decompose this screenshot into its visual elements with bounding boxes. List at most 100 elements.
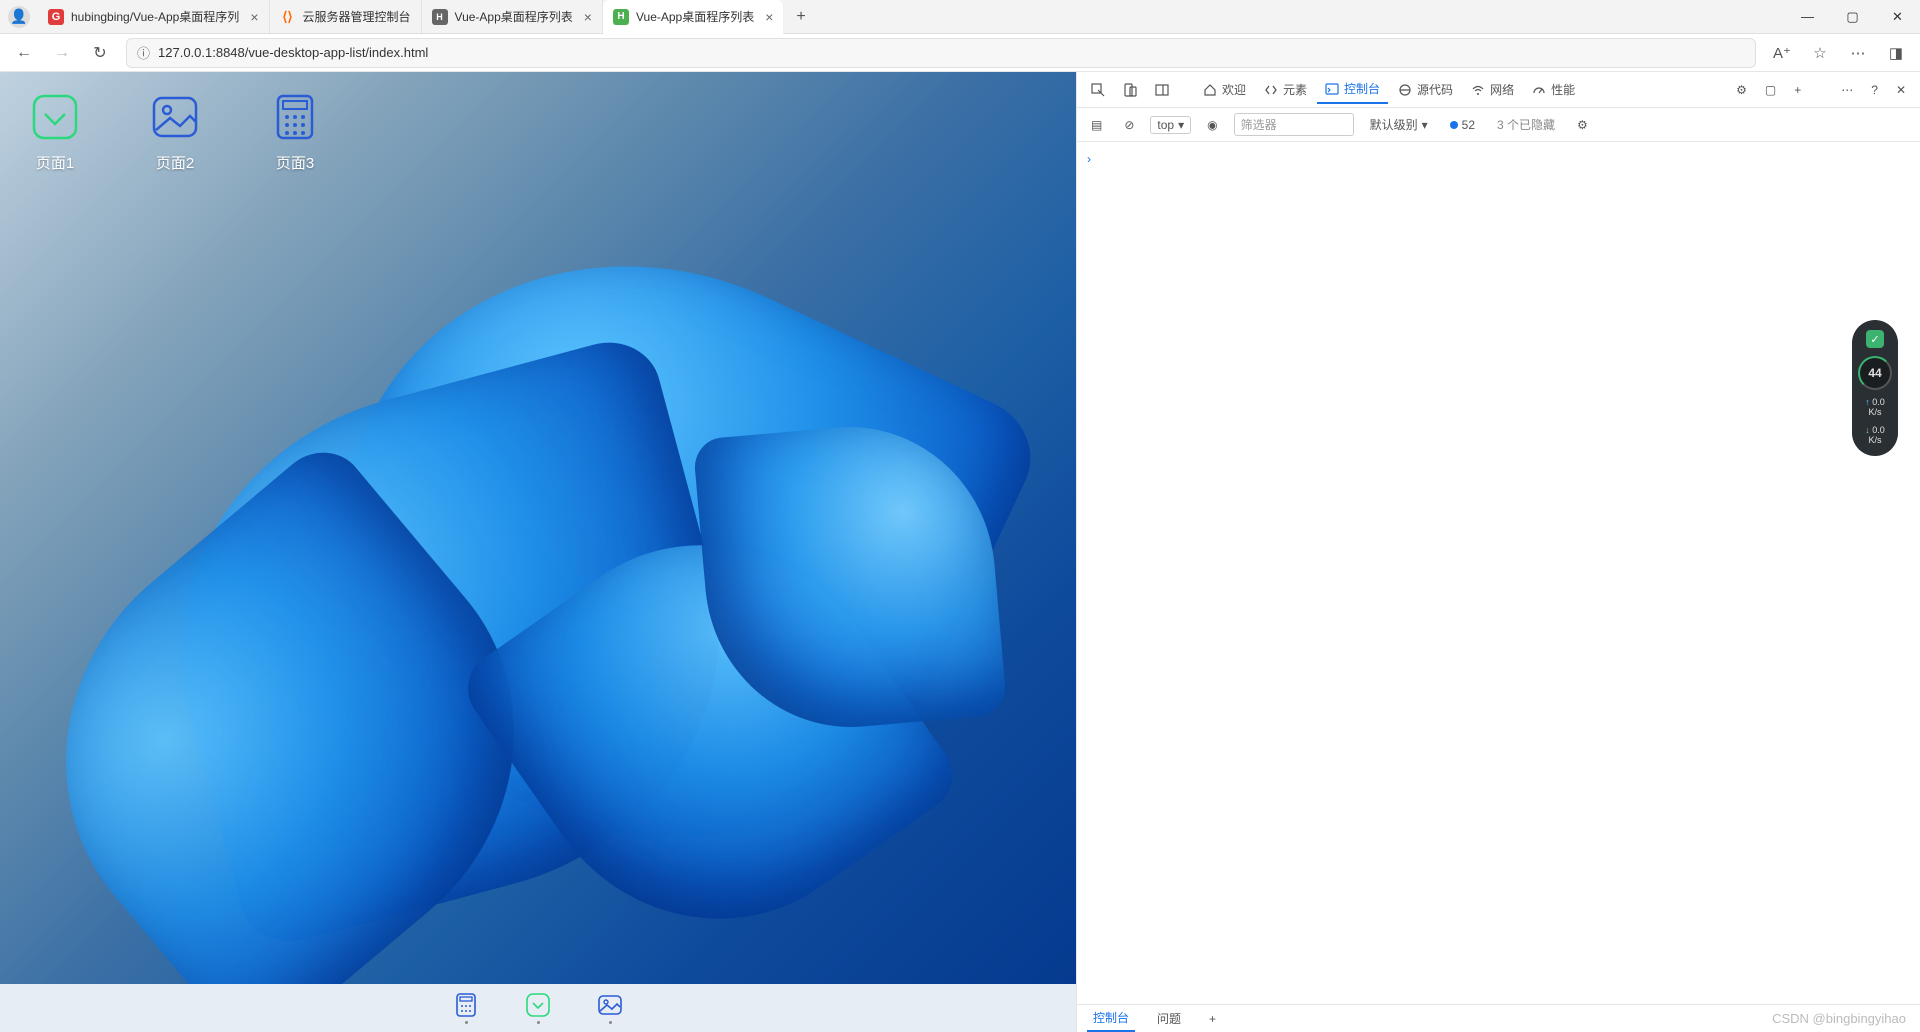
info-icon[interactable]: ⓘ (137, 43, 150, 62)
window-close-button[interactable]: ✕ (1875, 0, 1920, 34)
calculator-icon (270, 92, 320, 142)
console-prompt: › (1087, 152, 1091, 166)
add-button[interactable]: + (1786, 78, 1809, 102)
tab-title: hubingbing/Vue-App桌面程序列 (71, 8, 239, 25)
reload-button[interactable]: ↻ (84, 37, 116, 69)
url-input[interactable]: ⓘ 127.0.0.1:8848/vue-desktop-app-list/in… (126, 38, 1756, 68)
dock-item-calculator[interactable] (453, 992, 479, 1024)
dock-indicator (465, 1021, 468, 1024)
tab-sources[interactable]: 源代码 (1390, 76, 1461, 103)
address-bar: ← → ↻ ⓘ 127.0.0.1:8848/vue-desktop-app-l… (0, 34, 1920, 72)
desktop-icon-page3[interactable]: 页面3 (270, 92, 320, 173)
tab-3-active[interactable]: H Vue-App桌面程序列表 × (603, 0, 784, 34)
more-button[interactable]: ⋯ (1842, 37, 1874, 69)
tab-console-active[interactable]: 控制台 (1317, 75, 1388, 104)
browser-titlebar: 👤 G hubingbing/Vue-App桌面程序列 × ⟨⟩ 云服务器管理控… (0, 0, 1920, 34)
hbuilder-icon: H (432, 9, 448, 25)
back-button[interactable]: ← (8, 37, 40, 69)
new-tab-button[interactable]: + (784, 8, 817, 26)
reading-mode-button[interactable]: A⁺ (1766, 37, 1798, 69)
close-icon[interactable]: × (765, 9, 773, 25)
hbuilder-icon: H (613, 9, 629, 25)
drawer-tab-console[interactable]: 控制台 (1087, 1005, 1135, 1032)
favorite-button[interactable]: ☆ (1804, 37, 1836, 69)
sidebar-toggle-button[interactable]: ▤ (1085, 115, 1108, 135)
live-expression-button[interactable]: ◉ (1201, 115, 1223, 135)
minimize-button[interactable]: — (1785, 0, 1830, 34)
code-icon (1264, 83, 1278, 97)
tab-network[interactable]: 网络 (1463, 76, 1522, 103)
device-button[interactable] (1115, 78, 1145, 102)
panel-icon[interactable]: ▢ (1757, 78, 1784, 102)
desktop-icon-page2[interactable]: 页面2 (150, 92, 200, 173)
tab-title: 云服务器管理控制台 (303, 8, 411, 25)
tab-elements[interactable]: 元素 (1256, 76, 1315, 103)
tab-0[interactable]: G hubingbing/Vue-App桌面程序列 × (38, 0, 270, 34)
icon-label: 页面1 (36, 152, 74, 173)
dock (0, 984, 1076, 1032)
desktop-icons: 页面1 页面2 页面3 (30, 92, 320, 173)
issue-count[interactable]: 52 (1444, 115, 1481, 135)
dock-indicator (609, 1021, 612, 1024)
wifi-icon (1471, 83, 1485, 97)
settings-button[interactable]: ⚙ (1571, 115, 1594, 135)
devtools-panel: 欢迎 元素 控制台 源代码 网络 性能 ⚙ ▢ + ⋯ ? ✕ ▤ ⊘ top … (1076, 72, 1920, 1032)
side-panel-button[interactable]: ◨ (1880, 37, 1912, 69)
download-speed: ↓ 0.0K/s (1865, 426, 1885, 446)
tab-1[interactable]: ⟨⟩ 云服务器管理控制台 (270, 0, 422, 34)
inspect-button[interactable] (1083, 78, 1113, 102)
shield-icon: ✓ (1866, 330, 1884, 348)
close-icon[interactable]: × (250, 9, 258, 25)
maximize-button[interactable]: ▢ (1830, 0, 1875, 34)
drawer-tab-issues[interactable]: 问题 (1151, 1006, 1187, 1031)
url-text: 127.0.0.1:8848/vue-desktop-app-list/inde… (158, 45, 428, 60)
console-output[interactable]: › (1077, 142, 1920, 1004)
level-select[interactable]: 默认级别 ▾ (1364, 113, 1434, 136)
icon-label: 页面3 (276, 152, 314, 173)
tab-2[interactable]: H Vue-App桌面程序列表 × (422, 0, 603, 34)
home-icon (1203, 83, 1217, 97)
drawer-add-button[interactable]: + (1203, 1008, 1222, 1030)
forward-button[interactable]: → (46, 37, 78, 69)
help-button[interactable]: ? (1863, 78, 1886, 102)
panel-icon (1155, 83, 1169, 97)
gear-icon[interactable]: ⚙ (1728, 78, 1755, 102)
console-toolbar: ▤ ⊘ top ▾ ◉ 筛选器 默认级别 ▾ 52 3 个已隐藏 ⚙ (1077, 108, 1920, 142)
hidden-count: 3 个已隐藏 (1491, 113, 1561, 136)
tab-title: Vue-App桌面程序列表 (636, 8, 754, 25)
profile-icon[interactable]: 👤 (8, 6, 30, 28)
server-icon: ⟨⟩ (280, 9, 296, 25)
devtools-toolbar: 欢迎 元素 控制台 源代码 网络 性能 ⚙ ▢ + ⋯ ? ✕ (1077, 72, 1920, 108)
page-viewport: 页面1 页面2 页面3 (0, 72, 1076, 1032)
clear-console-button[interactable]: ⊘ (1118, 115, 1140, 135)
gitee-icon: G (48, 9, 64, 25)
close-devtools-button[interactable]: ✕ (1888, 78, 1914, 102)
gauge-icon (1532, 83, 1546, 97)
more-button[interactable]: ⋯ (1833, 78, 1861, 102)
sources-icon (1398, 83, 1412, 97)
tab-performance[interactable]: 性能 (1524, 76, 1583, 103)
image-icon (597, 992, 623, 1018)
context-select[interactable]: top ▾ (1150, 116, 1191, 134)
desktop-icon-page1[interactable]: 页面1 (30, 92, 80, 173)
inspect-icon (1091, 83, 1105, 97)
device-icon (1123, 83, 1137, 97)
dock-item-image[interactable] (597, 992, 623, 1024)
image-icon (150, 92, 200, 142)
bag-icon (30, 92, 80, 142)
cpu-gauge: 44 (1858, 356, 1892, 390)
filter-input[interactable]: 筛选器 (1234, 113, 1354, 136)
console-icon (1325, 82, 1339, 96)
tab-welcome[interactable]: 欢迎 (1195, 76, 1254, 103)
dock-item-bag[interactable] (525, 992, 551, 1024)
calculator-icon (453, 992, 479, 1018)
dock-side-button[interactable] (1147, 78, 1177, 102)
upload-speed: ↑ 0.0K/s (1865, 398, 1885, 418)
desktop-wallpaper[interactable]: 页面1 页面2 页面3 (0, 72, 1076, 984)
watermark: CSDN @bingbingyihao (1772, 1011, 1906, 1026)
tab-title: Vue-App桌面程序列表 (455, 8, 573, 25)
network-monitor-widget[interactable]: ✓ 44 ↑ 0.0K/s ↓ 0.0K/s (1852, 320, 1898, 456)
dock-indicator (537, 1021, 540, 1024)
close-icon[interactable]: × (584, 9, 592, 25)
bag-icon (525, 992, 551, 1018)
